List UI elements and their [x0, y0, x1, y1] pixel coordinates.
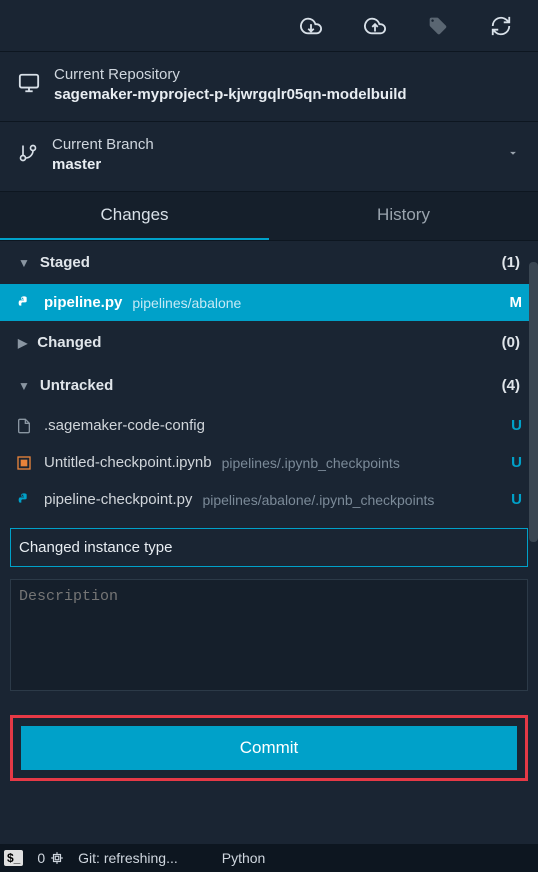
repository-name: sagemaker-myproject-p-kjwrgqlr05qn-model…	[54, 86, 407, 103]
terminal-icon: $_	[4, 850, 23, 866]
section-untracked[interactable]: ▼ Untracked (4)	[0, 364, 538, 407]
cloud-upload-icon[interactable]	[364, 15, 386, 37]
monitor-icon	[18, 72, 40, 98]
tab-bar: Changes History	[0, 192, 538, 241]
file-path: pipelines/abalone/.ipynb_checkpoints	[202, 492, 434, 508]
cloud-download-icon[interactable]	[300, 15, 322, 37]
section-changed-title: Changed	[37, 334, 101, 351]
section-staged-title: Staged	[40, 254, 90, 271]
refresh-icon[interactable]	[490, 15, 512, 37]
caret-down-icon	[506, 146, 520, 164]
repository-label: Current Repository	[54, 66, 407, 83]
language-mode[interactable]: Python	[222, 850, 266, 866]
file-status: U	[511, 417, 522, 434]
repository-selector[interactable]: Current Repository sagemaker-myproject-p…	[0, 52, 538, 122]
file-row[interactable]: pipeline-checkpoint.py pipelines/abalone…	[0, 481, 538, 518]
section-changed-count: (0)	[502, 334, 520, 351]
file-row[interactable]: .sagemaker-code-config U	[0, 407, 538, 444]
terminal-button[interactable]: $_	[4, 850, 23, 866]
section-staged[interactable]: ▼ Staged (1)	[0, 241, 538, 284]
section-staged-count: (1)	[502, 254, 520, 271]
toolbar	[0, 0, 538, 52]
git-status[interactable]: Git: refreshing...	[78, 850, 178, 866]
branch-label: Current Branch	[52, 136, 154, 153]
chevron-down-icon: ▼	[18, 379, 30, 393]
file-path: pipelines/abalone	[132, 295, 241, 311]
python-file-icon	[16, 295, 34, 311]
chevron-down-icon: ▼	[18, 256, 30, 270]
error-count[interactable]: 0	[37, 850, 64, 866]
statusbar: $_ 0 Git: refreshing... Python	[0, 844, 538, 872]
branch-icon	[18, 143, 38, 167]
file-status: U	[511, 454, 522, 471]
cpu-icon	[50, 851, 64, 865]
python-file-icon	[16, 492, 34, 508]
notebook-file-icon	[16, 455, 34, 471]
commit-button[interactable]: Commit	[21, 726, 517, 770]
branch-selector[interactable]: Current Branch master	[0, 122, 538, 192]
file-name: .sagemaker-code-config	[44, 417, 205, 434]
file-name: pipeline-checkpoint.py	[44, 491, 192, 508]
section-changed[interactable]: ▶ Changed (0)	[0, 321, 538, 364]
chevron-right-icon: ▶	[18, 336, 27, 350]
commit-description-input[interactable]	[10, 579, 528, 691]
file-path: pipelines/.ipynb_checkpoints	[222, 455, 400, 471]
file-status: U	[511, 491, 522, 508]
file-icon	[16, 418, 34, 434]
scrollbar[interactable]	[529, 262, 538, 542]
commit-area	[0, 518, 538, 705]
commit-button-highlight: Commit	[10, 715, 528, 781]
file-name: Untitled-checkpoint.ipynb	[44, 454, 212, 471]
section-untracked-count: (4)	[502, 377, 520, 394]
tag-icon[interactable]	[428, 16, 448, 36]
file-row[interactable]: pipeline.py pipelines/abalone M	[0, 284, 538, 321]
section-untracked-title: Untracked	[40, 377, 113, 394]
branch-name: master	[52, 156, 154, 173]
tab-history[interactable]: History	[269, 192, 538, 240]
file-row[interactable]: Untitled-checkpoint.ipynb pipelines/.ipy…	[0, 444, 538, 481]
tab-changes[interactable]: Changes	[0, 192, 269, 240]
commit-summary-input[interactable]	[10, 528, 528, 567]
file-status: M	[510, 294, 523, 311]
file-name: pipeline.py	[44, 294, 122, 311]
